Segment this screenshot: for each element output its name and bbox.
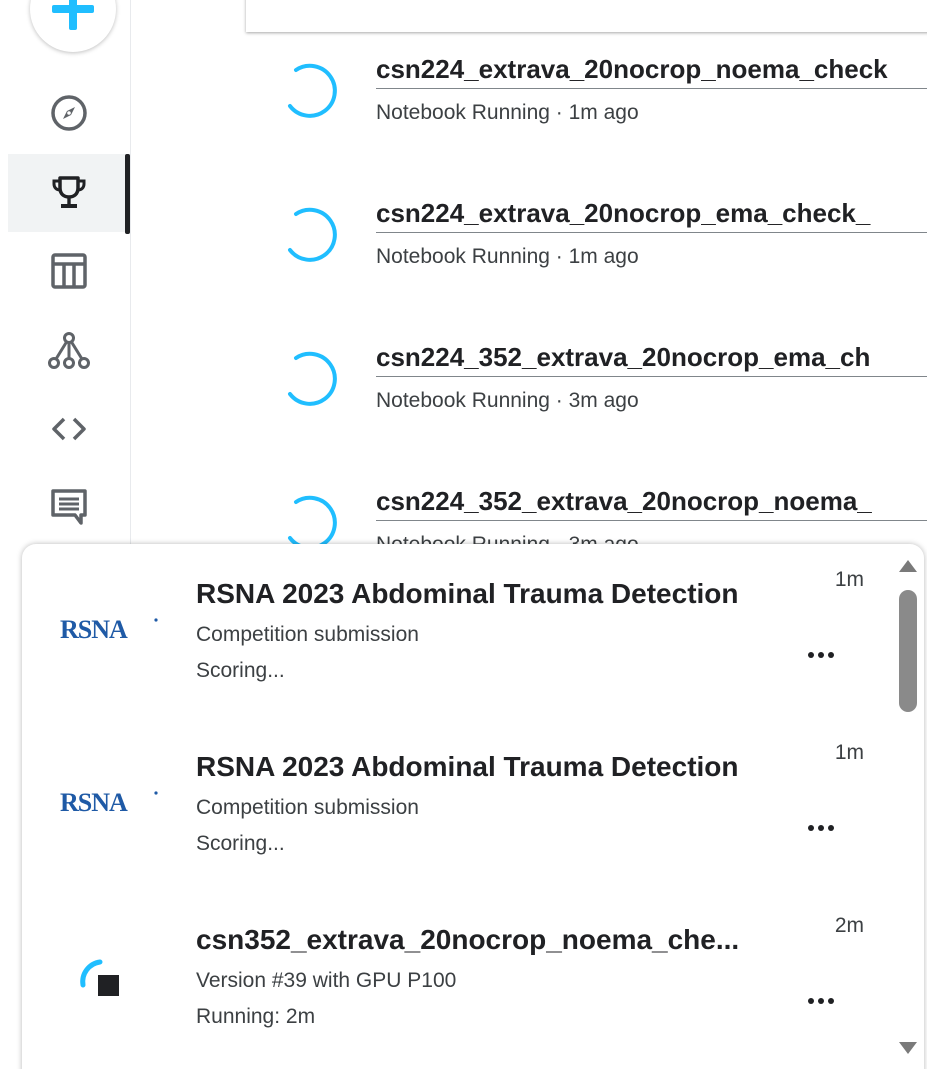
app-root: csn224_extrava_20nocrop_noema_check Note… [0, 0, 927, 1069]
notification-detail: Scoring... [196, 832, 285, 855]
search-card [246, 0, 927, 32]
more-options-button[interactable] [798, 640, 844, 670]
plus-icon [52, 0, 94, 30]
rsna-logo: RSNA [60, 788, 158, 817]
notification-detail: Running: 2m [196, 1005, 316, 1028]
trophy-icon [52, 176, 86, 208]
rsna-logo: RSNA [60, 615, 158, 644]
notification-time: 2m [834, 914, 864, 937]
loading-spinner-icon [288, 63, 337, 118]
scroll-up-arrow-icon[interactable] [898, 558, 918, 574]
svg-text:RSNA: RSNA [60, 788, 128, 817]
sidebar-item-explore[interactable] [8, 74, 130, 152]
more-options-button[interactable] [798, 986, 844, 1016]
more-dots-icon [808, 652, 834, 658]
notifications-panel: RSNA RSNA 2023 Abdominal Trauma Detectio… [22, 544, 924, 1069]
notification-subtitle: Version #39 with GPU P100 [196, 969, 457, 992]
notification-item[interactable]: RSNA RSNA 2023 Abdominal Trauma Detectio… [22, 717, 902, 887]
notification-subtitle: Competition submission [196, 796, 419, 819]
notification-title: RSNA 2023 Abdominal Trauma Detection [196, 578, 739, 609]
notebook-row[interactable]: csn224_extrava_20nocrop_noema_check Note… [270, 54, 927, 148]
notification-item[interactable]: csn352_extrava_20nocrop_noema_che... Ver… [22, 890, 902, 1060]
loading-spinner-icon [288, 351, 337, 406]
sidebar-item-competitions[interactable] [8, 154, 130, 234]
notification-title: csn352_extrava_20nocrop_noema_che... [196, 924, 740, 955]
loading-spinner-icon [288, 495, 337, 550]
notebook-status: Notebook Running · 1m ago [376, 101, 639, 124]
more-dots-icon [808, 825, 834, 831]
sidebar-item-discussions[interactable] [8, 468, 130, 546]
scroll-down-arrow-icon[interactable] [898, 1040, 918, 1056]
table-icon [51, 253, 87, 289]
sidebar-item-datasets[interactable] [8, 232, 130, 310]
loading-spinner-icon [288, 207, 337, 262]
code-icon [52, 417, 86, 441]
notebook-title-link[interactable]: csn224_352_extrava_20nocrop_ema_ch [376, 342, 927, 377]
notebook-status: Notebook Running · 1m ago [376, 245, 639, 268]
notification-item[interactable]: RSNA RSNA 2023 Abdominal Trauma Detectio… [22, 544, 902, 714]
more-dots-icon [808, 998, 834, 1004]
notification-title: RSNA 2023 Abdominal Trauma Detection [196, 751, 739, 782]
notebook-row[interactable]: csn224_extrava_20nocrop_ema_check_ Noteb… [270, 198, 927, 292]
notification-detail: Scoring... [196, 659, 285, 682]
sidebar-item-models[interactable] [8, 312, 130, 390]
notebook-title-link[interactable]: csn224_extrava_20nocrop_noema_check [376, 54, 927, 89]
notebook-row[interactable]: csn224_352_extrava_20nocrop_ema_ch Noteb… [270, 342, 927, 436]
notification-subtitle: Competition submission [196, 623, 419, 646]
create-button[interactable] [30, 0, 116, 52]
notebook-title-link[interactable]: csn224_extrava_20nocrop_ema_check_ [376, 198, 927, 233]
sidebar-item-code[interactable] [8, 390, 130, 468]
notification-time: 1m [834, 568, 864, 591]
compass-icon [51, 95, 87, 131]
scrollbar-thumb[interactable] [899, 590, 917, 712]
svg-text:RSNA: RSNA [60, 615, 128, 644]
more-options-button[interactable] [798, 813, 844, 843]
comment-icon [51, 489, 87, 525]
network-icon [48, 332, 90, 369]
notification-time: 1m [834, 741, 864, 764]
running-stop-icon[interactable] [76, 952, 130, 1006]
notebook-status: Notebook Running · 3m ago [376, 389, 639, 412]
notebook-title-link[interactable]: csn224_352_extrava_20nocrop_noema_ [376, 486, 927, 521]
